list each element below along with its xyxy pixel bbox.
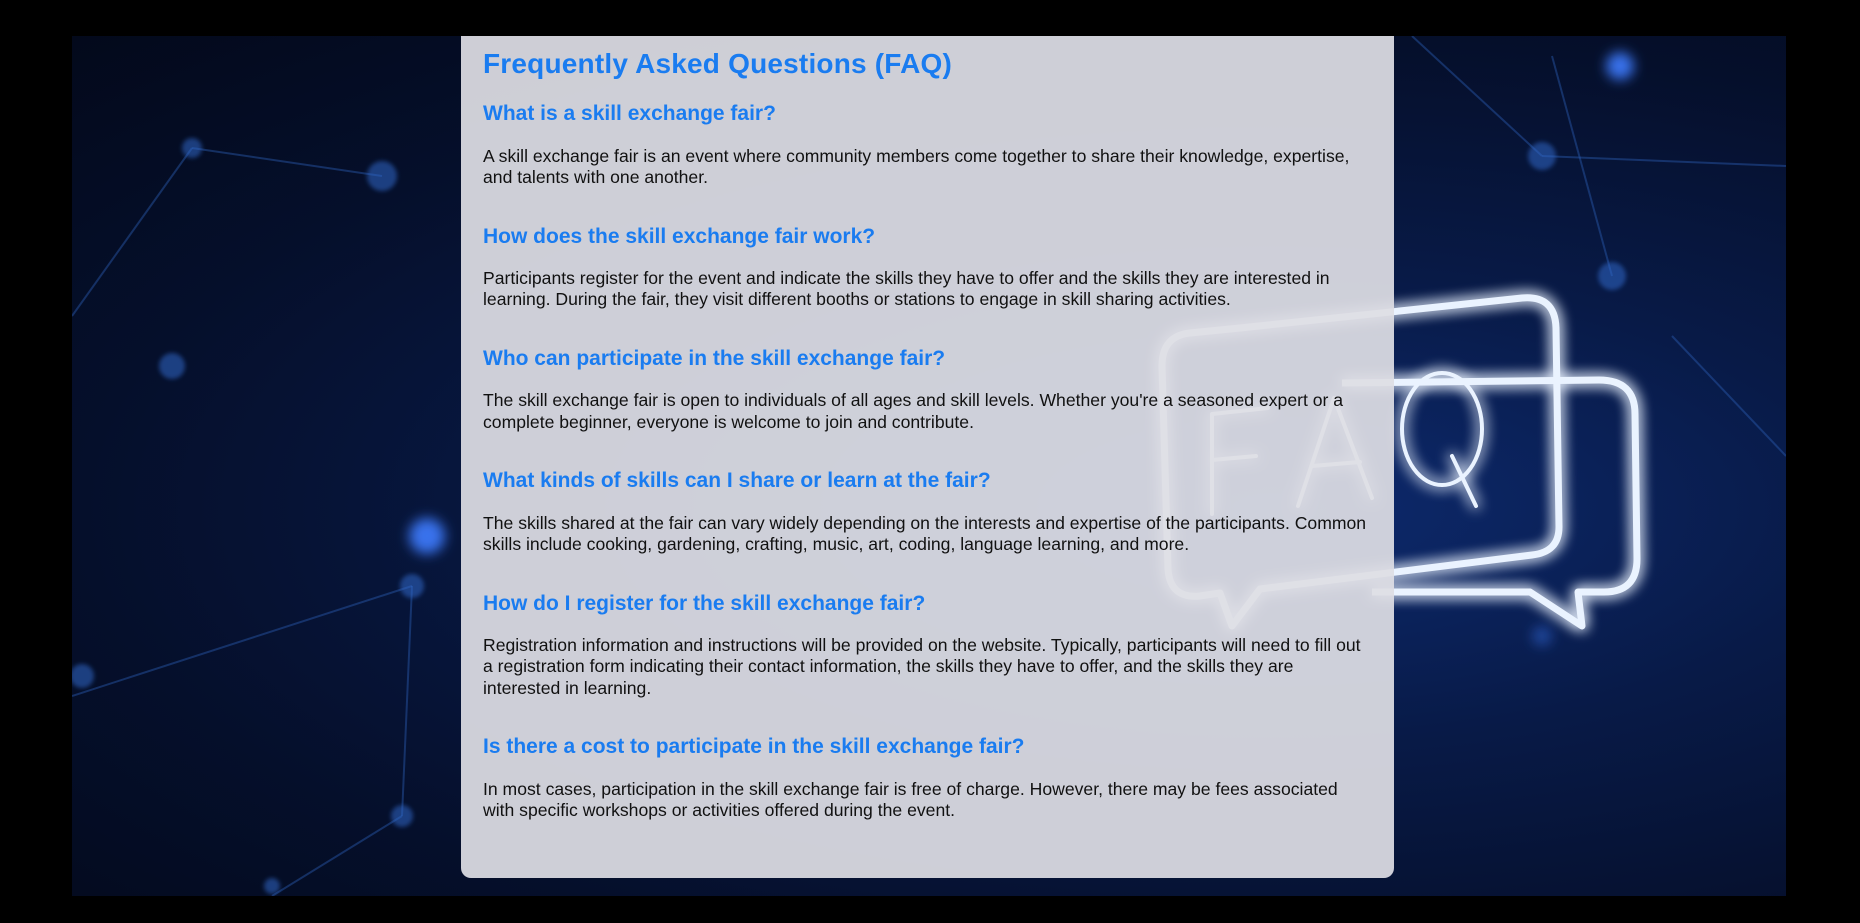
screen-frame: Frequently Asked Questions (FAQ) What is… <box>0 0 1860 923</box>
faq-card: Frequently Asked Questions (FAQ) What is… <box>461 36 1394 878</box>
faq-question: Who can participate in the skill exchang… <box>483 346 946 370</box>
page-title: Frequently Asked Questions (FAQ) <box>483 48 952 79</box>
faq-item: Who can participate in the skill exchang… <box>483 345 1372 433</box>
faq-item: What kinds of skills can I share or lear… <box>483 467 1372 555</box>
faq-answer: In most cases, participation in the skil… <box>483 778 1338 821</box>
faq-answer: Participants register for the event and … <box>483 267 1330 310</box>
faq-item: Is there a cost to participate in the sk… <box>483 733 1372 821</box>
faq-answer: Registration information and instruction… <box>483 634 1361 698</box>
faq-answer: The skill exchange fair is open to indiv… <box>483 390 1344 432</box>
faq-item: What is a skill exchange fair? A skill e… <box>483 100 1372 188</box>
faq-question: What kinds of skills can I share or lear… <box>483 469 991 493</box>
faq-item: How do I register for the skill exchange… <box>483 590 1372 700</box>
faq-answer: The skills shared at the fair can vary w… <box>483 512 1367 555</box>
faq-question: How does the skill exchange fair work? <box>483 224 876 248</box>
faq-question: What is a skill exchange fair? <box>483 102 776 126</box>
page-background: Frequently Asked Questions (FAQ) What is… <box>72 36 1786 896</box>
faq-item: How does the skill exchange fair work? P… <box>483 223 1372 311</box>
faq-question: Is there a cost to participate in the sk… <box>483 735 1025 759</box>
faq-answer: A skill exchange fair is an event where … <box>483 145 1350 188</box>
faq-question: How do I register for the skill exchange… <box>483 591 926 615</box>
